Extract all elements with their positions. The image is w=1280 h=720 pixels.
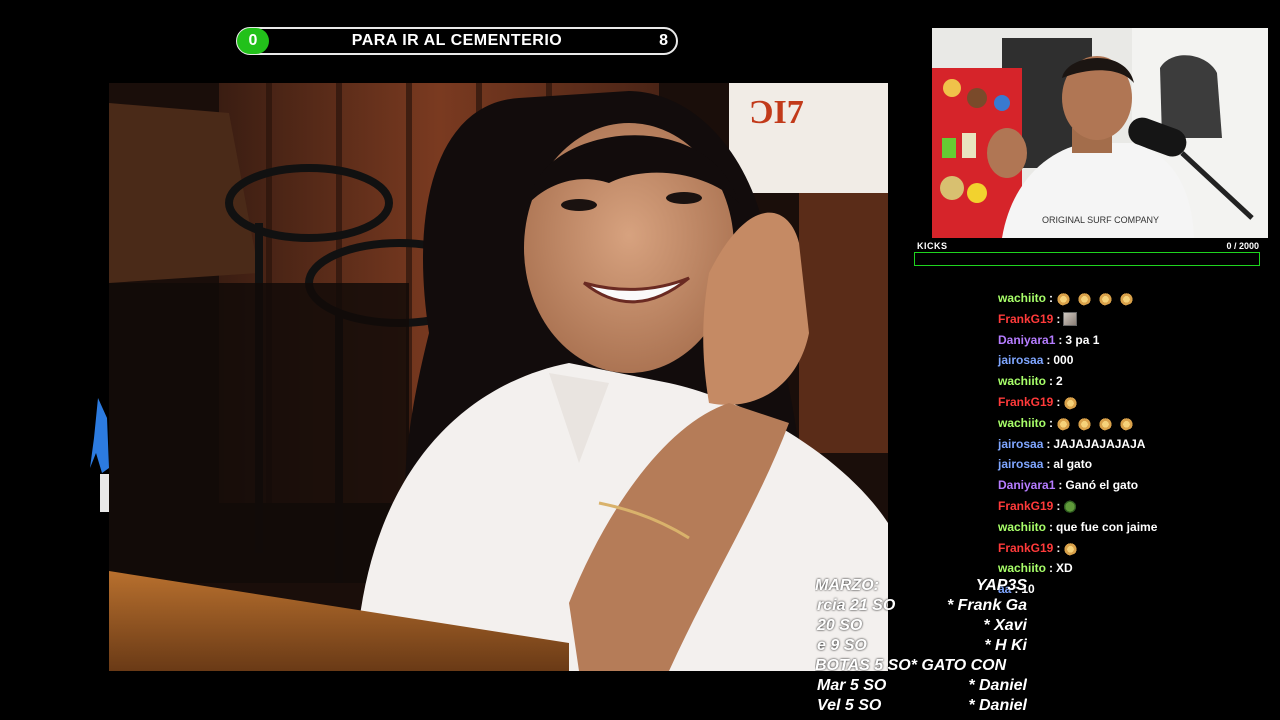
side-image-fragment — [88, 398, 109, 512]
frog-emote-icon — [1063, 499, 1078, 514]
fire-emote-icon — [1117, 289, 1135, 308]
chat-username[interactable]: FrankG19 — [998, 538, 1053, 559]
fire-emote-icon — [1075, 414, 1093, 433]
img-emote-icon — [1063, 312, 1078, 327]
chat-separator: : — [1046, 436, 1051, 451]
chat-separator: : — [1058, 332, 1063, 347]
chat-username[interactable]: jairosaa — [998, 454, 1043, 475]
fire-emote-icon — [1061, 538, 1080, 557]
credits-line: YAP3S — [975, 577, 1027, 594]
chat-message: jairosaa:000 — [998, 350, 1268, 371]
credits-line: MARZO: — [815, 577, 879, 594]
chat-message: jairosaa: JAJAJAJAJAJA — [998, 434, 1268, 455]
chat-message: jairosaa: al gato — [998, 454, 1268, 475]
goal-title: PARA IR AL CEMENTERIO — [351, 32, 563, 49]
kicks-progress-bar — [914, 252, 1260, 266]
goal-progress-bar: 0 PARA IR AL CEMENTERIO 8 — [236, 27, 678, 55]
credits-line: * Daniel — [968, 697, 1027, 714]
chat-message-text: Ganó el gato — [1065, 478, 1139, 493]
chat-message: wachiito: — [998, 288, 1268, 309]
credits-line: Vel 5 SO — [817, 697, 882, 714]
chat-message-text: 000 — [1053, 353, 1074, 368]
fire-emote-icon — [1075, 289, 1093, 308]
chat-username[interactable]: wachiito — [998, 288, 1046, 309]
chat-username[interactable]: wachiito — [998, 371, 1046, 392]
chat-separator: : — [1058, 478, 1063, 493]
fire-emote-icon — [1054, 289, 1072, 308]
chat-username[interactable]: FrankG19 — [998, 309, 1053, 330]
chat-username[interactable]: jairosaa — [998, 434, 1043, 455]
chat-message-text: que fue con jaime — [1056, 519, 1158, 534]
chat-separator: : — [1049, 561, 1054, 576]
chat-separator: : — [1046, 353, 1051, 368]
credits-line: rcia 21 SO — [817, 597, 896, 614]
chat-message: wachiito: XD — [998, 558, 1268, 579]
chat-feed: wachiito: FrankG19: Daniyara1:3 pa 1 jairos… — [998, 288, 1268, 600]
fire-emote-icon — [1117, 414, 1135, 433]
chat-username[interactable]: Daniyara1 — [998, 330, 1055, 351]
fire-emote-icon — [1054, 414, 1072, 433]
chat-username[interactable]: wachiito — [998, 517, 1046, 538]
chat-separator: : — [1046, 457, 1051, 472]
chat-message: wachiito: — [998, 413, 1268, 434]
chat-separator: : — [1056, 394, 1061, 409]
shared-photo: ƆI7 — [109, 83, 888, 671]
streamer-webcam: ORIGINAL SURF COMPANY — [932, 28, 1268, 238]
chat-message: FrankG19: — [998, 309, 1268, 330]
credits-line: BOTAS 5 SO* GATO CON — [815, 657, 1007, 674]
chat-separator: : — [1049, 519, 1054, 534]
fire-emote-icon — [1096, 414, 1114, 433]
chat-message-text: XD — [1056, 561, 1073, 576]
fire-emote-icon — [1061, 393, 1080, 412]
chat-username[interactable]: wachiito — [998, 413, 1046, 434]
chat-separator: : — [1049, 374, 1054, 389]
chat-username[interactable]: FrankG19 — [998, 496, 1053, 517]
chat-message-text: al gato — [1053, 457, 1093, 472]
kicks-count: 0 / 2000 — [1226, 241, 1259, 251]
credits-scroller: MARZO: YAP3S rcia 21 SO * Frank Ga 20 SO * Xa… — [815, 577, 1027, 720]
credits-line: e 9 SO — [817, 637, 867, 654]
credits-line: Mar 5 SO — [817, 677, 887, 694]
kicks-label: KICKS — [917, 241, 948, 251]
chat-username[interactable]: Daniyara1 — [998, 475, 1055, 496]
chat-username[interactable]: jairosaa — [998, 350, 1043, 371]
goal-current-count: 0 — [237, 28, 269, 54]
fire-emote-icon — [1096, 289, 1114, 308]
svg-text:ƆI7: ƆI7 — [749, 94, 804, 131]
chat-message: FrankG19: — [998, 392, 1268, 413]
chat-message: FrankG19: — [998, 538, 1268, 559]
chat-message-text: 3 pa 1 — [1065, 332, 1100, 347]
chat-separator: : — [1056, 311, 1061, 326]
chat-separator: : — [1049, 415, 1054, 430]
goal-target-count: 8 — [659, 32, 668, 49]
chat-message: wachiito:2 — [998, 371, 1268, 392]
webcam-scene: ORIGINAL SURF COMPANY — [932, 28, 1268, 238]
photo-scene: ƆI7 — [109, 83, 888, 671]
credits-line: * H Ki — [984, 637, 1027, 654]
credits-line: * Daniel — [968, 677, 1027, 694]
credits-line: 20 SO — [817, 617, 863, 634]
chat-separator: : — [1056, 540, 1061, 555]
credits-line: * Xavi — [983, 617, 1027, 634]
chat-message: Daniyara1: Ganó el gato — [998, 475, 1268, 496]
chat-separator: : — [1049, 291, 1054, 305]
chat-message: wachiito: que fue con jaime — [998, 517, 1268, 538]
chat-message-text: 2 — [1056, 374, 1063, 389]
chat-message: FrankG19: — [998, 496, 1268, 517]
chat-message: aa:10 — [998, 579, 1268, 600]
svg-text:ORIGINAL SURF COMPANY: ORIGINAL SURF COMPANY — [1042, 215, 1159, 225]
chat-message-text: JAJAJAJAJAJA — [1053, 436, 1146, 451]
chat-username[interactable]: FrankG19 — [998, 392, 1053, 413]
chat-separator: : — [1056, 498, 1061, 513]
credits-line: * Frank Ga — [946, 597, 1027, 614]
chat-message: Daniyara1:3 pa 1 — [998, 330, 1268, 351]
